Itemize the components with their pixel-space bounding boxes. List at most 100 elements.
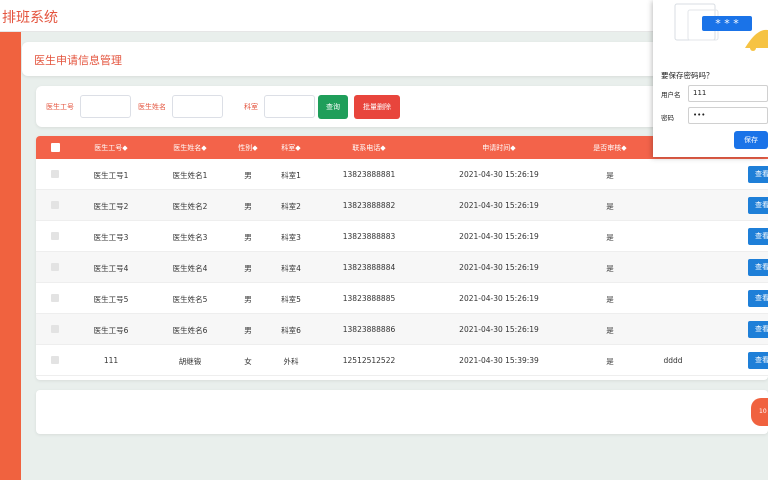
cell-phone: 12512512522 (342, 356, 396, 365)
column-header-approved[interactable]: 是否审核◆ (593, 143, 626, 153)
cell-doctor-name: 胡继锻 (178, 357, 202, 366)
doctor-name-label: 医生姓名 (138, 103, 166, 111)
table-row[interactable]: 医生工号6 医生姓名6 男 科室6 13823888886 2021-04-30 15:2… (36, 314, 768, 345)
cell-apply-time: 2021-04-30 15:26:19 (459, 263, 539, 272)
cell-approved: 是 (606, 326, 614, 335)
row-checkbox[interactable] (51, 170, 59, 178)
sidebar (0, 32, 21, 480)
cell-doctor-id: 医生工号3 (93, 233, 129, 242)
cell-apply-time: 2021-04-30 15:26:19 (459, 294, 539, 303)
column-header-apply-time[interactable]: 申请时间◆ (482, 143, 515, 153)
view-button[interactable]: 查看 (748, 166, 768, 183)
view-button[interactable]: 查看 (748, 197, 768, 214)
cell-approved: 是 (606, 202, 614, 211)
cell-doctor-name: 医生姓名4 (172, 264, 208, 273)
cell-doctor-id: 111 (103, 356, 119, 365)
cell-phone: 13823888883 (342, 232, 396, 241)
cell-doctor-id: 医生工号4 (93, 264, 129, 273)
table-row[interactable]: 医生工号3 医生姓名3 男 科室3 13823888883 2021-04-30 15:2… (36, 221, 768, 252)
row-checkbox[interactable] (51, 263, 59, 271)
cell-phone: 13823888885 (342, 294, 396, 303)
cell-phone: 13823888882 (342, 201, 396, 210)
cell-approved: 是 (606, 357, 614, 366)
cell-doctor-name: 医生姓名5 (172, 295, 208, 304)
cell-doctor-name: 医生姓名1 (172, 171, 208, 180)
page-size-button[interactable]: 10 (751, 398, 768, 426)
save-password-popup: * * * 要保存密码吗？ 用户名 111 密码 ••• 保存 (653, 0, 768, 157)
column-header-gender[interactable]: 性别◆ (238, 143, 257, 153)
cell-department: 外科 (283, 357, 299, 366)
cell-department: 科室5 (281, 295, 301, 304)
cell-department: 科室3 (281, 233, 301, 242)
table-row[interactable]: 医生工号2 医生姓名2 男 科室2 13823888882 2021-04-30 15:2… (36, 190, 768, 221)
cell-phone: 13823888884 (342, 263, 396, 272)
search-button[interactable]: 查询 (318, 95, 348, 119)
view-button[interactable]: 查看 (748, 259, 768, 276)
cell-doctor-name: 医生姓名6 (172, 326, 208, 335)
save-password-title: 要保存密码吗？ (661, 71, 714, 80)
table-row[interactable]: 111 胡继锻 女 外科 12512512522 2021-04-30 15:39:39 是… (36, 345, 768, 376)
cell-apply-time: 2021-04-30 15:26:19 (459, 201, 539, 210)
cell-department: 科室2 (281, 202, 301, 211)
data-table: 医生工号◆ 医生姓名◆ 性别◆ 科室◆ 联系电话◆ 申请时间◆ 是否审核◆ 医生… (36, 136, 768, 380)
cell-department: 科室4 (281, 264, 301, 273)
page-title: 医生申请信息管理 (34, 54, 122, 67)
password-illustration: * * * (653, 0, 768, 60)
column-header-phone[interactable]: 联系电话◆ (352, 143, 385, 153)
cell-department: 科室6 (281, 326, 301, 335)
doctor-id-input[interactable] (80, 95, 131, 118)
cell-gender: 女 (244, 357, 252, 366)
doctor-name-input[interactable] (172, 95, 223, 118)
cell-doctor-id: 医生工号6 (93, 326, 129, 335)
cell-gender: 男 (244, 264, 252, 273)
view-button[interactable]: 查看 (748, 290, 768, 307)
username-label: 用户名 (661, 91, 681, 99)
column-header-department[interactable]: 科室◆ (281, 143, 300, 153)
cell-apply-time: 2021-04-30 15:26:19 (459, 170, 539, 179)
password-mask-glyphs: * * * (715, 17, 739, 30)
column-header-doctor-name[interactable]: 医生姓名◆ (173, 143, 206, 153)
batch-delete-button[interactable]: 批量删除 (354, 95, 400, 119)
row-checkbox[interactable] (51, 356, 59, 364)
cell-approved: 是 (606, 233, 614, 242)
view-button[interactable]: 查看 (748, 321, 768, 338)
row-checkbox[interactable] (51, 232, 59, 240)
cell-gender: 男 (244, 233, 252, 242)
cell-doctor-name: 医生姓名2 (172, 202, 208, 211)
cell-approved: 是 (606, 264, 614, 273)
cell-phone: 13823888881 (342, 170, 396, 179)
cell-gender: 男 (244, 202, 252, 211)
department-input[interactable] (264, 95, 315, 118)
cell-gender: 男 (244, 295, 252, 304)
username-field[interactable]: 111 (688, 85, 768, 102)
save-password-button[interactable]: 保存 (734, 131, 768, 149)
department-label: 科室 (244, 103, 258, 111)
table-row[interactable]: 医生工号5 医生姓名5 男 科室5 13823888885 2021-04-30 15:2… (36, 283, 768, 314)
cell-doctor-id: 医生工号1 (93, 171, 129, 180)
app-title: 排班系统 (2, 10, 58, 26)
cell-doctor-id: 医生工号5 (93, 295, 129, 304)
cell-approved: 是 (606, 295, 614, 304)
table-row[interactable]: 医生工号1 医生姓名1 男 科室1 13823888881 2021-04-30 15:2… (36, 159, 768, 190)
cell-phone: 13823888886 (342, 325, 396, 334)
doctor-id-label: 医生工号 (46, 103, 74, 111)
cell-gender: 男 (244, 171, 252, 180)
cell-apply-time: 2021-04-30 15:39:39 (459, 356, 539, 365)
table-row[interactable]: 医生工号4 医生姓名4 男 科室4 13823888884 2021-04-30 15:2… (36, 252, 768, 283)
cell-doctor-name: 医生姓名3 (172, 233, 208, 242)
password-field[interactable]: ••• (688, 107, 768, 124)
row-checkbox[interactable] (51, 325, 59, 333)
cell-apply-time: 2021-04-30 15:26:19 (459, 232, 539, 241)
select-all-checkbox[interactable] (51, 143, 60, 152)
column-header-doctor-id[interactable]: 医生工号◆ (94, 143, 127, 153)
cell-department: 科室1 (281, 171, 301, 180)
cell-doctor-id: 医生工号2 (93, 202, 129, 211)
cell-note: dddd (663, 356, 683, 365)
view-button[interactable]: 查看 (748, 228, 768, 245)
row-checkbox[interactable] (51, 294, 59, 302)
view-button[interactable]: 查看 (748, 352, 768, 369)
row-checkbox[interactable] (51, 201, 59, 209)
cell-approved: 是 (606, 171, 614, 180)
password-label: 密码 (661, 114, 674, 122)
cell-gender: 男 (244, 326, 252, 335)
